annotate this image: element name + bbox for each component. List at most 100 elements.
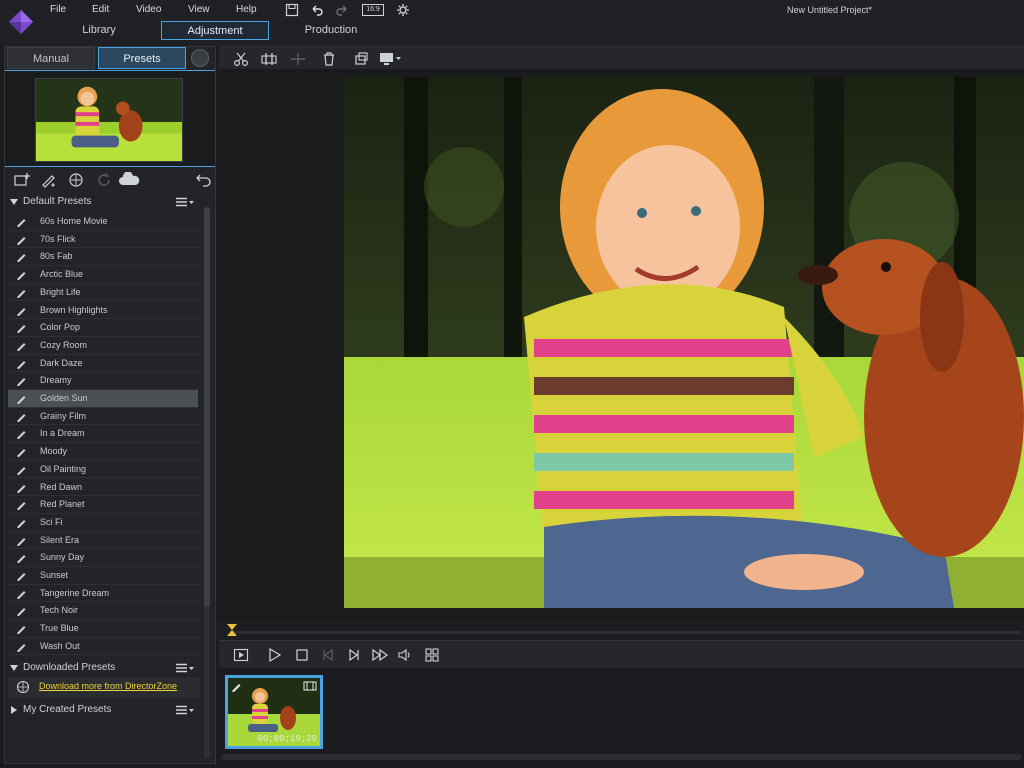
preset-item[interactable]: Sunset <box>8 567 198 585</box>
preset-name: 70s Flick <box>40 233 76 244</box>
cloud-icon[interactable] <box>118 172 140 188</box>
clip-marker-icon <box>303 681 317 691</box>
clip-mode-icon[interactable] <box>233 647 249 663</box>
my-created-presets-header[interactable]: My Created Presets <box>5 701 201 719</box>
redo-icon[interactable] <box>335 3 349 17</box>
tab-library[interactable]: Library <box>70 21 128 40</box>
aspect-ratio-button[interactable]: 16:9 <box>362 4 384 16</box>
tab-presets[interactable]: Presets <box>98 47 186 69</box>
collapse-triangle-icon[interactable] <box>10 199 18 205</box>
tab-adjustment[interactable]: Adjustment <box>161 21 269 40</box>
menu-video[interactable]: Video <box>136 4 161 15</box>
preset-pencil-icon <box>17 307 26 316</box>
default-presets-header[interactable]: Default Presets <box>5 193 201 211</box>
undo-icon[interactable] <box>310 3 324 17</box>
preset-name: Dreamy <box>40 375 72 386</box>
timeline-scrollbar[interactable] <box>222 754 1022 760</box>
preset-pencil-icon <box>17 360 26 369</box>
share-preset-icon[interactable] <box>67 172 85 188</box>
section-label: My Created Presets <box>23 704 112 715</box>
refresh-icon <box>98 173 110 186</box>
preset-pencil-icon <box>17 378 26 387</box>
preset-item[interactable]: Sci Fi <box>8 514 198 532</box>
menu-help[interactable]: Help <box>236 4 257 15</box>
fast-forward-icon[interactable] <box>371 647 389 663</box>
preset-item[interactable]: Sunny Day <box>8 549 198 567</box>
preset-toolbar <box>5 169 215 191</box>
preset-item[interactable]: Oil Painting <box>8 461 198 479</box>
preset-pencil-icon <box>17 236 26 245</box>
menu-edit[interactable]: Edit <box>92 4 109 15</box>
delete-trash-icon[interactable] <box>321 51 337 67</box>
menu-file[interactable]: File <box>50 4 66 15</box>
section-menu-icon[interactable] <box>175 663 195 673</box>
preset-name: In a Dream <box>40 428 85 439</box>
preset-item[interactable]: Moody <box>8 443 198 461</box>
preset-list: 60s Home Movie 70s Flick 80s Fab Arctic Blu… <box>8 213 198 656</box>
edit-preset-icon[interactable] <box>40 172 58 188</box>
play-icon[interactable] <box>267 647 283 663</box>
preset-name: Tech Noir <box>40 605 79 616</box>
preset-item[interactable]: 60s Home Movie <box>8 213 198 231</box>
next-frame-icon[interactable] <box>346 647 362 663</box>
clip-duration: 00;00;19;29 <box>257 734 317 744</box>
preset-item[interactable]: Color Pop <box>8 319 198 337</box>
preset-pencil-icon <box>17 466 26 475</box>
preset-pencil-icon <box>17 573 26 581</box>
preset-item[interactable]: Tangerine Dream <box>8 585 198 603</box>
section-menu-icon[interactable] <box>175 197 195 207</box>
preset-item[interactable]: Golden Sun <box>8 390 198 408</box>
reset-icon[interactable] <box>195 172 213 188</box>
panel-tabs: Manual Presets <box>5 47 215 69</box>
crop-icon[interactable] <box>353 51 369 67</box>
preset-item[interactable]: In a Dream <box>8 425 198 444</box>
snapshot-grid-icon[interactable] <box>424 647 440 663</box>
preset-pencil-icon <box>17 484 26 493</box>
monitor-dropdown-icon[interactable] <box>379 51 403 67</box>
settings-gear-icon[interactable] <box>396 3 410 17</box>
preset-pencil-icon <box>17 449 26 458</box>
preset-item[interactable]: Brown Highlights <box>8 302 198 320</box>
scissors-icon[interactable] <box>233 51 249 67</box>
stop-icon[interactable] <box>294 647 310 663</box>
preset-item[interactable]: 70s Flick <box>8 231 198 249</box>
preset-name: Cozy Room <box>40 339 88 350</box>
preset-item[interactable]: Tech Noir <box>8 602 198 621</box>
preset-item[interactable]: Dark Daze <box>8 355 198 373</box>
tab-manual[interactable]: Manual <box>7 47 95 69</box>
preset-item[interactable]: Silent Era <box>8 532 198 550</box>
preset-name: True Blue <box>40 623 79 634</box>
playhead-marker-icon[interactable] <box>226 623 238 637</box>
video-clip-thumbnail[interactable]: 00;00;19;29 <box>225 675 323 749</box>
collapse-triangle-icon[interactable] <box>10 665 18 671</box>
section-menu-icon[interactable] <box>175 705 195 715</box>
downloaded-presets-header[interactable]: Downloaded Presets <box>5 659 201 677</box>
menu-view[interactable]: View <box>188 4 210 15</box>
preset-item[interactable]: Bright Life <box>8 284 198 302</box>
clip-track: 00;00;19;29 <box>219 668 1024 764</box>
preset-item[interactable]: Red Dawn <box>8 479 198 497</box>
expand-triangle-icon[interactable] <box>11 706 17 714</box>
download-more-link[interactable]: Download more from DirectorZone <box>39 681 177 691</box>
preset-scrollbar[interactable] <box>204 207 210 759</box>
timeline-ruler[interactable] <box>219 620 1024 640</box>
trim-icon[interactable] <box>261 51 277 67</box>
preset-name: Sci Fi <box>40 516 63 527</box>
preset-item[interactable]: 80s Fab <box>8 248 198 267</box>
tab-production[interactable]: Production <box>298 21 364 40</box>
preset-item[interactable]: Cozy Room <box>8 337 198 355</box>
save-icon[interactable] <box>285 3 299 17</box>
add-preset-icon[interactable] <box>13 172 31 188</box>
preset-item[interactable]: Grainy Film <box>8 408 198 426</box>
preset-pencil-icon <box>17 219 26 227</box>
app-logo-icon <box>9 10 33 34</box>
preset-item[interactable]: Red Planet <box>8 496 198 514</box>
preview-image <box>344 77 1024 608</box>
preset-item[interactable]: Dreamy <box>8 372 198 390</box>
preset-item[interactable]: Arctic Blue <box>8 266 198 284</box>
scrollbar-thumb[interactable] <box>204 207 210 607</box>
preset-item[interactable]: True Blue <box>8 620 198 638</box>
history-icon[interactable] <box>191 49 209 67</box>
preset-item[interactable]: Wash Out <box>8 638 198 656</box>
volume-icon[interactable] <box>397 647 413 663</box>
